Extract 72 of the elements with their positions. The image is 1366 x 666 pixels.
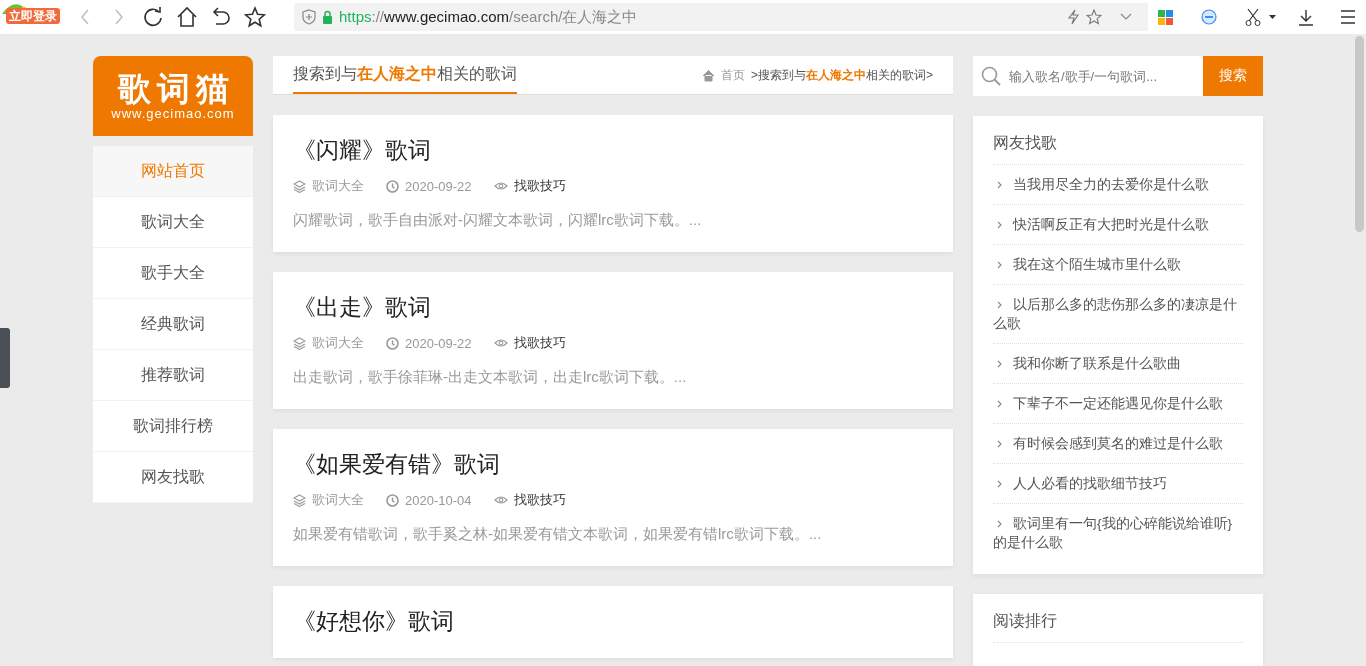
eye-icon: [493, 338, 508, 348]
undo-icon: [210, 6, 232, 28]
song-question-link[interactable]: 有时候会感到莫名的难过是什么歌: [993, 424, 1243, 464]
reload-icon: [142, 6, 164, 28]
result-title[interactable]: 《如果爱有错》歌词: [293, 449, 933, 479]
nav-item[interactable]: 歌手大全: [93, 248, 253, 299]
chevron-right-icon: [997, 520, 1002, 529]
shield-icon: [302, 9, 316, 25]
clock-icon: [386, 336, 399, 350]
chevron-right-icon: [997, 360, 1002, 369]
search-result-heading: 搜索到与在人海之中相关的歌词: [293, 56, 517, 94]
search-field[interactable]: 输入歌名/歌手/一句歌词...: [973, 56, 1203, 96]
result-title[interactable]: 《出走》歌词: [293, 292, 933, 322]
nav-item[interactable]: 推荐歌词: [93, 350, 253, 401]
download-icon: [1298, 8, 1314, 26]
panel-title: 网友找歌: [993, 132, 1243, 165]
url-text: https://www.gecimao.com/search/在人海之中: [339, 7, 639, 27]
tag-link[interactable]: 找歌技巧: [513, 177, 566, 195]
chevron-right-icon: [997, 400, 1002, 409]
song-question-link[interactable]: 歌词里有一句{我的心碎能说给谁听}的是什么歌: [993, 504, 1243, 562]
song-question-link[interactable]: 我和你断了联系是什么歌曲: [993, 344, 1243, 384]
logo-domain: www.gecimao.com: [111, 107, 235, 121]
eye-icon: [493, 181, 508, 191]
clock-icon: [386, 493, 399, 507]
result-summary: 如果爱有错歌词，歌手奚之林-如果爱有错文本歌词，如果爱有错lrc歌词下载。...: [293, 525, 823, 544]
address-bar[interactable]: https://www.gecimao.com/search/在人海之中: [294, 3, 1148, 31]
nav-item[interactable]: 歌词大全: [93, 197, 253, 248]
menu-icon: [1340, 9, 1356, 25]
post-date: 2020-10-04: [405, 492, 472, 508]
result-summary: 闪耀歌词，歌手自由派对-闪耀文本歌词，闪耀lrc歌词下载。...: [293, 211, 703, 230]
layers-icon: [293, 179, 306, 193]
caret-icon: [1269, 15, 1276, 19]
tiles-icon: [1158, 9, 1173, 25]
logo-title: 歌词猫: [117, 71, 235, 107]
tag-link[interactable]: 找歌技巧: [513, 491, 566, 509]
post-date: 2020-09-22: [405, 178, 472, 194]
nav-item[interactable]: 歌词排行榜: [93, 401, 253, 452]
result-title[interactable]: 《闪耀》歌词: [293, 135, 933, 165]
chevron-right-icon: [997, 221, 1002, 230]
chevron-right-icon: [997, 301, 1002, 310]
home-icon: [176, 6, 198, 28]
song-question-link[interactable]: 当我用尽全力的去爱你是什么歌: [993, 165, 1243, 205]
search-icon: [981, 66, 1001, 86]
scissors-icon: [1245, 8, 1261, 26]
chevron-down-icon: [1120, 13, 1132, 21]
song-question-link[interactable]: 下辈子不一定还能遇见你是什么歌: [993, 384, 1243, 424]
lock-icon: [322, 10, 333, 24]
scrollbar-thumb[interactable]: [1355, 36, 1364, 232]
nav-item[interactable]: 网友找歌: [93, 452, 253, 503]
chevron-right-icon: [997, 480, 1002, 489]
star-icon: [244, 6, 266, 28]
bookmark-star-icon: [1086, 9, 1102, 25]
song-question-link[interactable]: 我在这个陌生城市里什么歌: [993, 245, 1243, 285]
chevron-right-icon: [997, 261, 1002, 270]
eye-icon: [493, 495, 508, 505]
home-icon: [701, 68, 715, 82]
panel-title: 阅读排行: [993, 610, 1243, 643]
chevron-right-icon: [997, 440, 1002, 449]
tag-link[interactable]: 找歌技巧: [513, 334, 566, 352]
layers-icon: [293, 336, 306, 350]
layers-icon: [293, 493, 306, 507]
breadcrumb-current: >搜索到与在人海之中相关的歌词>: [750, 66, 933, 84]
song-question-link[interactable]: 以后那么多的悲伤那么多的凄凉是什么歌: [993, 285, 1243, 344]
nav-item[interactable]: 经典歌词: [93, 299, 253, 350]
clock-icon: [386, 179, 399, 193]
lightning-icon: [1066, 9, 1080, 25]
song-question-link[interactable]: 快活啊反正有大把时光是什么歌: [993, 205, 1243, 245]
chevron-right-icon: [997, 181, 1002, 190]
song-question-link[interactable]: 人人必看的找歌细节技巧: [993, 464, 1243, 504]
post-date: 2020-09-22: [405, 335, 472, 351]
result-summary: 出走歌词，歌手徐菲琳-出走文本歌词，出走lrc歌词下载。...: [293, 368, 688, 387]
minus-circle-icon: [1201, 9, 1217, 25]
